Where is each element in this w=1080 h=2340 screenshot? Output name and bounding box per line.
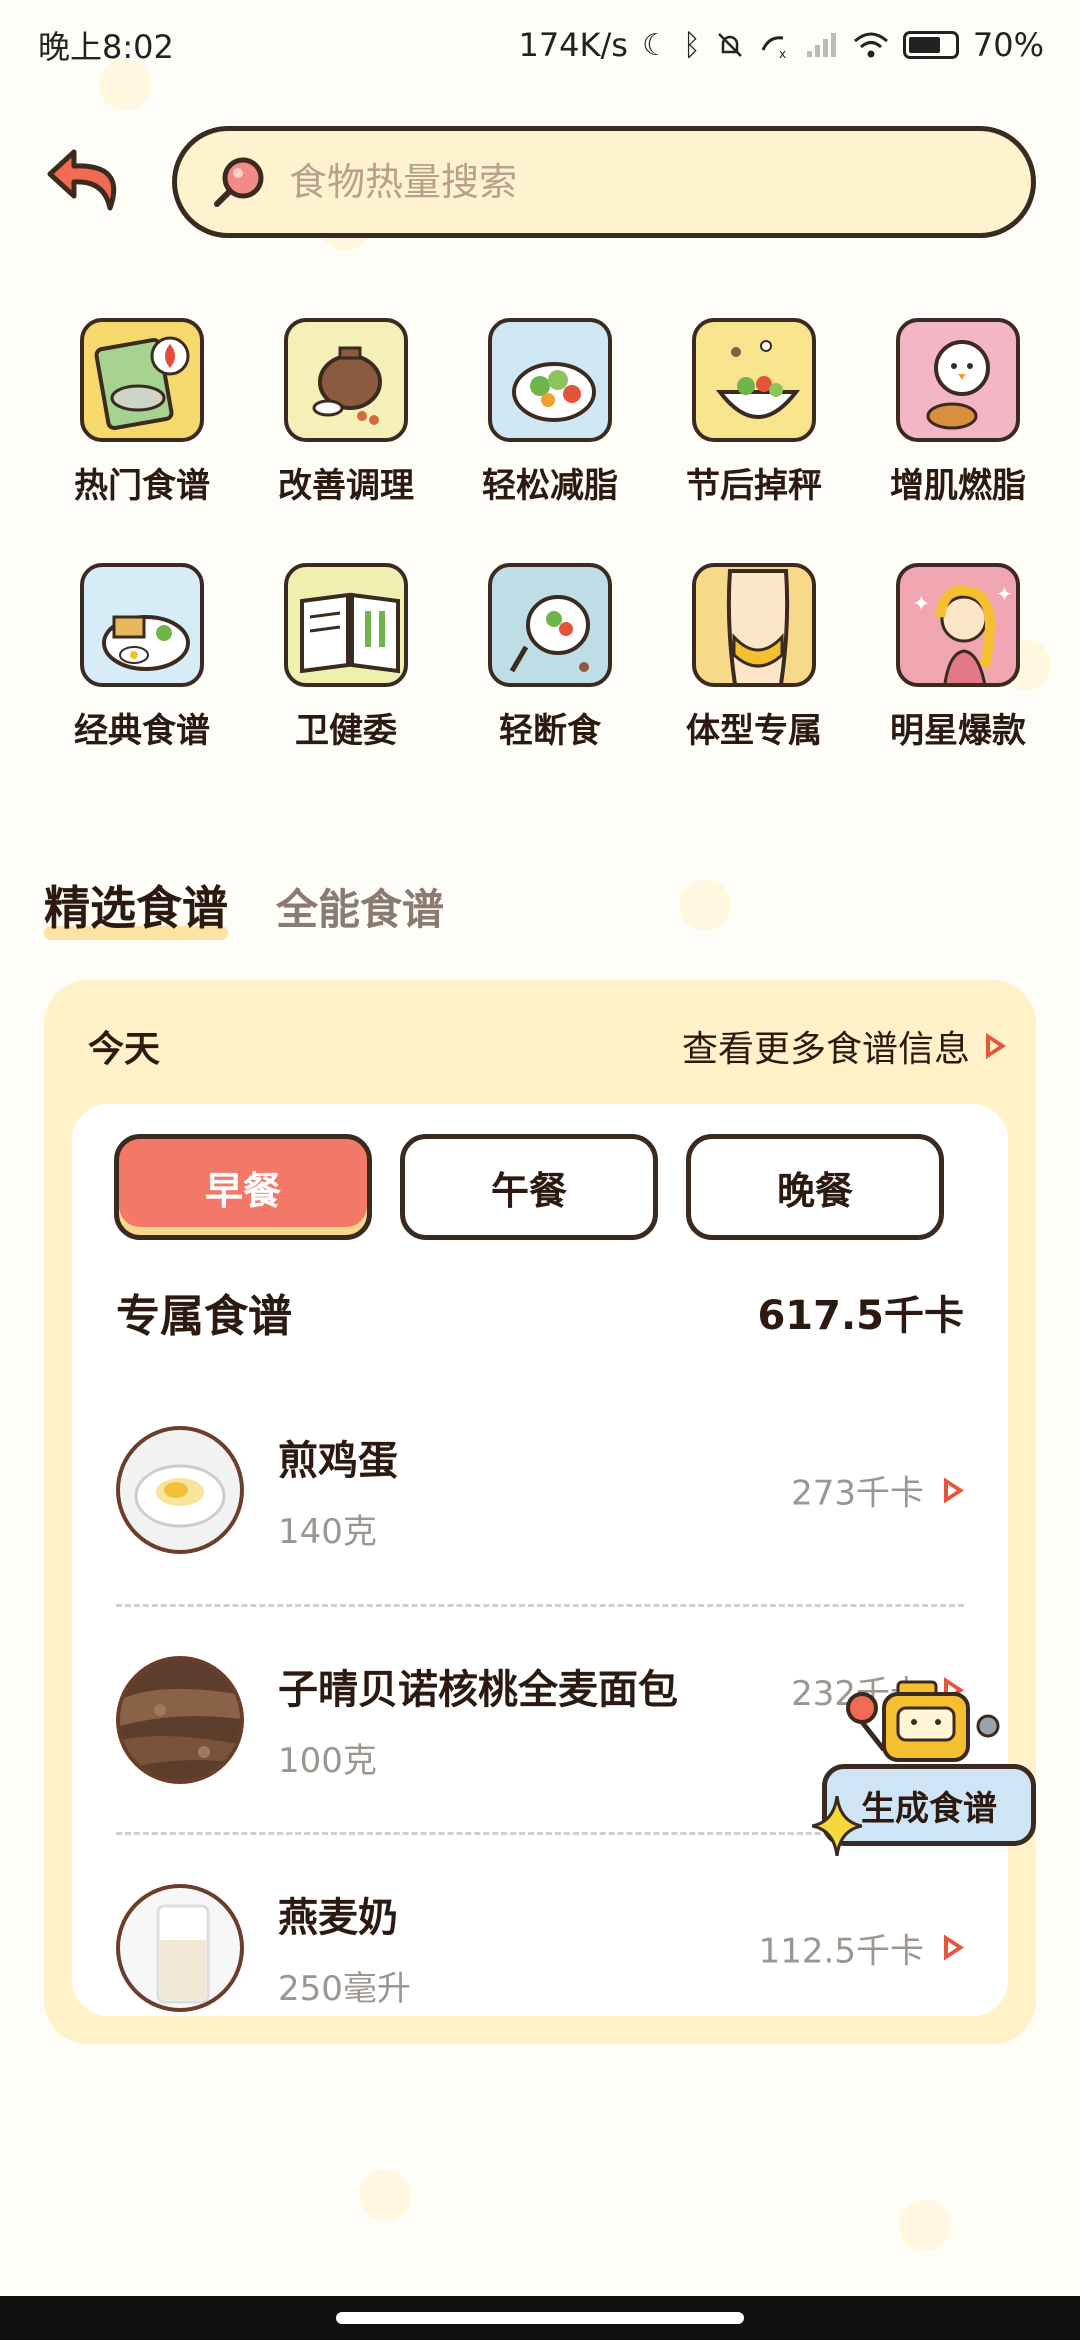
category-body-shape[interactable]: 体型专属 — [652, 563, 856, 752]
back-button[interactable] — [44, 142, 134, 222]
exclusive-recipe-header: 专属食谱 617.5千卡 — [116, 1280, 964, 1344]
search-icon — [214, 157, 264, 207]
category-label: 热门食谱 — [74, 466, 210, 506]
home-indicator[interactable] — [336, 2312, 744, 2324]
open-book-icon — [284, 563, 408, 687]
search-input[interactable] — [289, 160, 889, 204]
tab-lunch[interactable]: 午餐 — [400, 1134, 658, 1240]
body-shape-icon — [692, 563, 816, 687]
category-health-commission[interactable]: 卫健委 — [244, 563, 448, 752]
food-calories: 273千卡 — [791, 1466, 964, 1515]
hot-recipe-icon — [80, 318, 204, 442]
category-easy-fat-loss[interactable]: 轻松减脂 — [448, 318, 652, 507]
oat-milk-thumbnail — [116, 1883, 244, 2012]
robot-mascot-icon — [846, 1680, 1000, 1762]
food-name: 煎鸡蛋 — [278, 1437, 398, 1484]
category-grid: 热门食谱 改善调理 轻松减脂 节后掉秤 增肌燃脂 经典食谱 卫健委 轻断食 体型… — [40, 318, 1040, 752]
signal-icon — [806, 33, 836, 57]
food-kcal-value: 112.5千卡 — [758, 1931, 924, 1971]
star-celebrity-icon: ✦ ✦ — [896, 563, 1020, 687]
tab-dinner[interactable]: 晚餐 — [686, 1134, 944, 1240]
category-muscle-gain[interactable]: 增肌燃脂 — [856, 318, 1060, 507]
play-arrow-icon — [944, 1477, 964, 1503]
recipe-card: 今天 查看更多食谱信息 早餐 午餐 晚餐 专属食谱 617.5千卡 煎鸡蛋 14… — [44, 980, 1036, 2044]
svg-text:x: x — [779, 47, 786, 60]
status-icons: 174K/s ☾ ᛒ x 70% — [518, 26, 1044, 64]
search-bar[interactable] — [172, 126, 1036, 238]
today-label: 今天 — [88, 1029, 161, 1070]
conditioning-pot-icon — [284, 318, 408, 442]
tab-all-round-recipes[interactable]: 全能食谱 — [276, 876, 444, 937]
more-recipes-link[interactable]: 查看更多食谱信息 — [682, 1020, 1006, 1072]
food-item-oat-milk[interactable]: 燕麦奶 250毫升 112.5千卡 — [116, 1832, 964, 2060]
food-calories: 112.5千卡 — [759, 1923, 964, 1972]
system-nav-bar — [0, 2296, 1080, 2340]
bg-flower-decoration — [880, 2180, 970, 2270]
walnut-bread-thumbnail — [116, 1655, 244, 1784]
category-label: 节后掉秤 — [686, 466, 822, 506]
category-classic[interactable]: 经典食谱 — [40, 563, 244, 752]
svg-text:✦: ✦ — [996, 582, 1013, 606]
sparkle-icon — [812, 1796, 862, 1856]
mute-bell-icon — [717, 33, 742, 57]
wifi-icon — [853, 32, 888, 58]
meal-tabs: 早餐 午餐 晚餐 — [114, 1134, 944, 1240]
salad-icon — [488, 318, 612, 442]
category-label: 经典食谱 — [74, 711, 210, 751]
food-amount: 140克 — [278, 1511, 377, 1552]
generate-recipe-button[interactable]: 生成食谱 — [812, 1668, 1036, 1856]
category-label: 明星爆款 — [890, 711, 1026, 751]
category-celebrity[interactable]: ✦ ✦ 明星爆款 — [856, 563, 1060, 752]
bg-flower-decoration — [340, 2150, 430, 2240]
play-arrow-icon — [944, 1934, 964, 1961]
moon-icon: ☾ — [641, 27, 669, 63]
classic-plate-icon — [80, 563, 204, 687]
category-label: 改善调理 — [278, 466, 414, 506]
food-item-fried-egg[interactable]: 煎鸡蛋 140克 273千卡 — [116, 1376, 964, 1604]
category-conditioning[interactable]: 改善调理 — [244, 318, 448, 507]
bluetooth-icon: ᛒ — [682, 27, 701, 63]
status-time: 晚上8:02 — [38, 28, 174, 66]
fasting-plate-icon — [488, 563, 612, 687]
back-arrow-icon — [47, 149, 117, 211]
food-amount: 100克 — [278, 1741, 377, 1781]
meal-panel: 早餐 午餐 晚餐 专属食谱 617.5千卡 煎鸡蛋 140克 273千卡 子晴贝… — [72, 1104, 1008, 2016]
tab-featured-recipes[interactable]: 精选食谱 — [44, 872, 228, 940]
category-label: 卫健委 — [295, 711, 397, 751]
bg-flower-decoration — [660, 860, 750, 950]
food-kcal-value: 273千卡 — [791, 1473, 924, 1514]
battery-level: 70% — [972, 26, 1044, 64]
section-tabs: 精选食谱 全能食谱 — [44, 872, 444, 940]
muscle-chick-icon — [896, 318, 1020, 442]
category-post-holiday[interactable]: 节后掉秤 — [652, 318, 856, 507]
bowl-salad-icon — [692, 318, 816, 442]
category-label: 轻松减脂 — [482, 466, 618, 506]
exclusive-recipe-title: 专属食谱 — [116, 1280, 292, 1344]
play-arrow-icon — [986, 1033, 1006, 1059]
fried-egg-thumbnail — [116, 1426, 244, 1554]
category-label: 增肌燃脂 — [890, 466, 1026, 506]
food-name: 子晴贝诺核桃全麦面包 — [278, 1667, 678, 1713]
card-header: 今天 查看更多食谱信息 — [88, 1020, 1006, 1072]
category-light-fasting[interactable]: 轻断食 — [448, 563, 652, 752]
food-amount: 250毫升 — [278, 1969, 411, 2009]
network-speed: 174K/s — [518, 26, 628, 64]
food-name: 燕麦奶 — [278, 1895, 398, 1941]
svg-text:✦: ✦ — [912, 592, 930, 617]
call-off-icon: x — [761, 36, 786, 60]
category-label: 体型专属 — [686, 711, 822, 751]
battery-icon — [902, 31, 959, 59]
total-calories: 617.5千卡 — [757, 1293, 964, 1339]
category-hot-recipes[interactable]: 热门食谱 — [40, 318, 244, 507]
tab-breakfast[interactable]: 早餐 — [114, 1134, 372, 1240]
status-bar: 晚上8:02 174K/s ☾ ᛒ x 70% — [0, 0, 1080, 90]
category-label: 轻断食 — [499, 711, 601, 751]
more-recipes-label: 查看更多食谱信息 — [681, 1029, 970, 1070]
